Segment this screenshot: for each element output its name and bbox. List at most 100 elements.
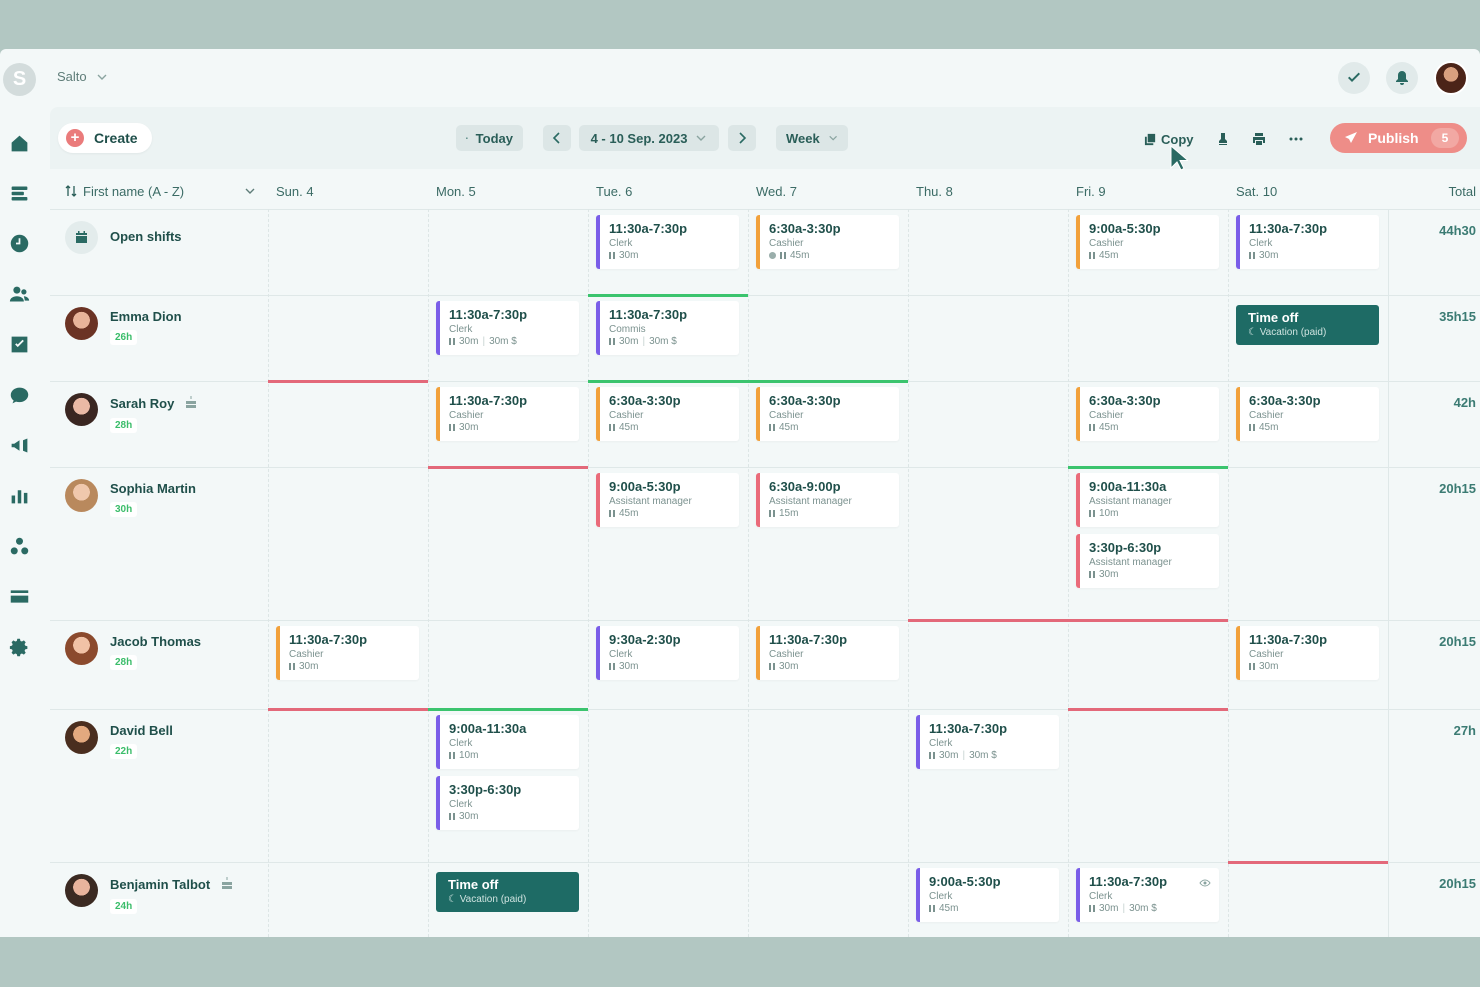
shift-card[interactable]: 11:30a-7:30p Clerk 30m | 30m $ [916, 715, 1059, 769]
employee-row-header[interactable]: Sophia Martin 30h [65, 479, 196, 517]
shift-card[interactable]: 9:00a-5:30p Cashier 45m [1076, 215, 1219, 269]
more-horizontal-icon [1289, 137, 1303, 141]
employee-row-header[interactable]: David Bell 22h [65, 721, 173, 759]
shift-card[interactable]: 6:30a-3:30p Cashier 45m [756, 387, 899, 441]
day-header: Wed. 7 [756, 183, 797, 199]
shift-time: 6:30a-3:30p [1249, 393, 1321, 408]
grid-line [50, 709, 1480, 710]
org-selector[interactable]: Salto [57, 69, 107, 84]
shift-card[interactable]: 6:30a-3:30p Cashier 45m [1076, 387, 1219, 441]
shift-card[interactable]: 3:30p-6:30p Assistant manager 30m [1076, 534, 1219, 588]
home-icon[interactable] [7, 131, 31, 155]
employee-name-text: Jacob Thomas [110, 634, 202, 649]
more-options-button[interactable] [1286, 129, 1306, 149]
shift-card[interactable]: 11:30a-7:30p Clerk 30m | 30m $ [1076, 868, 1219, 922]
employee-row-header[interactable]: Jacob Thomas 28h [65, 632, 201, 670]
moon-icon: ☾ [1248, 327, 1260, 338]
integrations-icon[interactable] [7, 534, 31, 558]
break-pause-icon [1089, 424, 1095, 431]
tasks-icon[interactable] [7, 332, 31, 356]
shift-break: 30m | 30m $ [609, 336, 739, 347]
previous-week-button[interactable] [543, 125, 571, 151]
shift-card[interactable]: 6:30a-3:30p Cashier 45m [1236, 387, 1379, 441]
templates-button[interactable] [1213, 129, 1233, 149]
shift-card[interactable]: 11:30a-7:30p Cashier 30m [276, 626, 419, 680]
open-shifts-row-header[interactable]: Open shifts [65, 221, 182, 254]
shift-card[interactable]: 9:00a-5:30p Assistant manager 45m [596, 473, 739, 527]
shift-card[interactable]: 9:00a-11:30a Clerk 10m [436, 715, 579, 769]
approvals-button[interactable] [1338, 62, 1370, 94]
scheduled-hours-badge: 24h [110, 899, 138, 914]
employee-name: Emma Dion [110, 309, 182, 324]
break-duration: 30m [1099, 903, 1119, 914]
shift-card[interactable]: 11:30a-7:30p Clerk 30m | 30m $ [436, 301, 579, 355]
shift-time: 6:30a-3:30p [769, 393, 841, 408]
employee-avatar [65, 632, 98, 665]
user-avatar[interactable] [1434, 61, 1468, 95]
billing-icon[interactable] [7, 584, 31, 608]
print-button[interactable] [1249, 129, 1269, 149]
shift-role: Cashier [1089, 238, 1124, 249]
shift-card[interactable]: 6:30a-3:30p Cashier 45m [756, 215, 899, 269]
notifications-button[interactable] [1386, 62, 1418, 94]
shift-card[interactable]: 11:30a-7:30p Commis 30m | 30m $ [596, 301, 739, 355]
shift-card[interactable]: 11:30a-7:30p Cashier 30m [756, 626, 899, 680]
date-range-picker[interactable]: 4 - 10 Sep. 2023 [579, 125, 719, 151]
shift-card[interactable]: 11:30a-7:30p Cashier 30m [436, 387, 579, 441]
employee-row-header[interactable]: Benjamin Talbot 24h [65, 874, 234, 914]
shift-card[interactable]: 11:30a-7:30p Clerk 30m [1236, 215, 1379, 269]
employee-row-header[interactable]: Sarah Roy 28h [65, 393, 198, 433]
unassigned-dot-icon [769, 252, 776, 259]
view-selector[interactable]: Week [776, 125, 848, 151]
sort-selector[interactable]: First name (A - Z) [65, 173, 255, 209]
employee-avatar [65, 307, 98, 340]
coverage-ok-bar [588, 380, 748, 383]
day-header: Sat. 10 [1236, 183, 1278, 199]
shift-card[interactable]: 9:00a-5:30p Clerk 45m [916, 868, 1059, 922]
settings-gear-icon[interactable] [7, 635, 31, 659]
shift-role: Clerk [1249, 238, 1273, 249]
eye-icon[interactable] [1199, 876, 1211, 888]
shift-role: Cashier [1249, 649, 1284, 660]
paid-break: 30m $ [969, 750, 997, 761]
separator: | [1122, 903, 1126, 914]
messages-icon[interactable] [7, 383, 31, 407]
today-button[interactable]: Today [456, 125, 523, 151]
break-duration: 30m [459, 422, 479, 433]
shift-role: Clerk [449, 324, 473, 335]
shift-card[interactable]: 11:30a-7:30p Cashier 30m [1236, 626, 1379, 680]
shift-break: 30m [609, 250, 739, 261]
announcements-icon[interactable] [7, 433, 31, 457]
schedule-icon[interactable] [7, 181, 31, 205]
break-duration: 45m [779, 422, 799, 433]
shift-break: 45m [769, 250, 899, 261]
shift-role: Cashier [769, 649, 804, 660]
app-logo[interactable]: S [3, 63, 36, 96]
next-week-button[interactable] [728, 125, 756, 151]
employee-name: Sophia Martin [110, 481, 196, 496]
shift-card[interactable]: 9:00a-11:30a Assistant manager 10m [1076, 473, 1219, 527]
shift-role: Assistant manager [1089, 557, 1172, 568]
publish-count-badge: 5 [1431, 128, 1459, 148]
shift-card[interactable]: 3:30p-6:30p Clerk 30m [436, 776, 579, 830]
time-off-card[interactable]: Time off ☾ Vacation (paid) [436, 872, 579, 912]
employee-row-header[interactable]: Emma Dion 26h [65, 307, 182, 345]
create-button[interactable]: + Create [58, 123, 152, 153]
reports-icon[interactable] [7, 483, 31, 507]
time-off-card[interactable]: Time off ☾ Vacation (paid) [1236, 305, 1379, 345]
team-icon[interactable] [7, 282, 31, 306]
chevron-down-icon [696, 135, 706, 141]
shift-card[interactable]: 6:30a-9:00p Assistant manager 15m [756, 473, 899, 527]
employee-name: Sarah Roy [110, 395, 198, 412]
check-icon [1348, 72, 1360, 82]
shift-card[interactable]: 9:30a-2:30p Clerk 30m [596, 626, 739, 680]
birthday-cake-icon [184, 395, 198, 412]
break-pause-icon [929, 752, 935, 759]
shift-card[interactable]: 6:30a-3:30p Cashier 45m [596, 387, 739, 441]
time-clock-icon[interactable] [7, 231, 31, 255]
coverage-warning-bar [428, 466, 588, 469]
publish-button[interactable]: Publish 5 [1330, 123, 1467, 153]
shift-break: 30m [1249, 661, 1379, 672]
employee-info: Benjamin Talbot 24h [110, 874, 234, 914]
shift-card[interactable]: 11:30a-7:30p Clerk 30m [596, 215, 739, 269]
